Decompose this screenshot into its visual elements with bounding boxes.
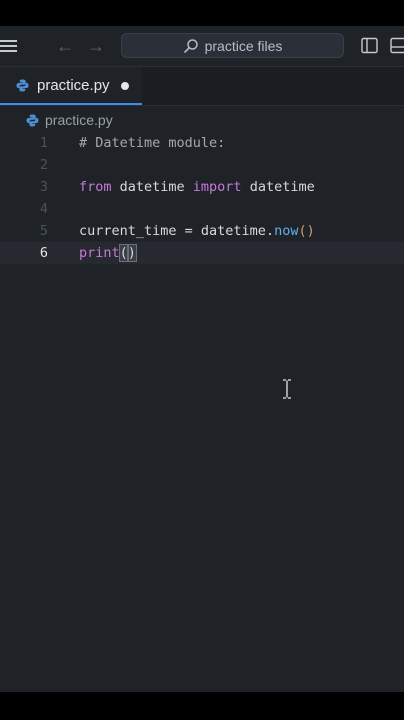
code-line[interactable]: 1 # Datetime module:	[0, 132, 404, 154]
comment-token: # Datetime module:	[79, 135, 226, 151]
keyword-token: from	[79, 179, 112, 195]
code-line[interactable]: 4	[0, 198, 404, 220]
keyword-token: import	[192, 179, 242, 195]
python-file-icon	[26, 114, 39, 126]
panel-layout-icon[interactable]	[390, 37, 404, 54]
line-number: 2	[39, 157, 48, 173]
tab-bar: practice.py	[0, 67, 404, 106]
code-line[interactable]: 3 from datetime import datetime	[0, 176, 404, 198]
paren-token: ()	[298, 223, 315, 239]
code-line[interactable]: 5 current_time = datetime.now()	[0, 220, 404, 242]
back-arrow-icon[interactable]: ←	[56, 36, 74, 56]
identifier-token: datetime	[241, 179, 315, 195]
editor-window: ← → practice files practice.py practice.…	[0, 26, 404, 692]
tab-label: practice.py	[37, 76, 110, 94]
bracket-match-open: (	[118, 244, 129, 262]
screen-frame: ← → practice files practice.py practice.…	[0, 0, 404, 720]
code-line[interactable]: 2	[0, 154, 404, 176]
line-number: 5	[39, 223, 48, 239]
forward-arrow-icon[interactable]: →	[87, 36, 105, 56]
code-line-active[interactable]: 6 print()	[0, 242, 404, 264]
python-file-icon	[16, 79, 29, 91]
breadcrumb: practice.py	[0, 106, 404, 134]
search-icon	[183, 38, 198, 53]
identifier-token: datetime	[111, 179, 193, 195]
ibeam-cursor-icon	[283, 379, 291, 399]
line-number: 6	[39, 245, 48, 261]
bottom-letterbox	[0, 692, 404, 720]
line-number: 1	[39, 135, 48, 151]
line-number: 3	[39, 179, 48, 195]
split-editor-icon[interactable]	[361, 37, 378, 54]
search-placeholder: practice files	[204, 37, 283, 54]
function-token: print	[79, 245, 120, 261]
tab-practice-py[interactable]: practice.py	[0, 67, 142, 105]
identifier-token: current_time = datetime.	[79, 223, 275, 239]
code-editor[interactable]: 1 # Datetime module: 2 3 from datetime i…	[0, 132, 404, 692]
line-number: 4	[39, 201, 48, 217]
breadcrumb-file[interactable]: practice.py	[45, 112, 113, 128]
bracket-match-close: )	[126, 244, 137, 262]
menu-icon[interactable]	[0, 40, 17, 52]
command-center-search[interactable]: practice files	[121, 33, 344, 58]
title-bar: ← → practice files	[0, 26, 404, 67]
unsaved-dot-icon[interactable]	[121, 82, 129, 90]
function-token: now	[274, 223, 299, 239]
